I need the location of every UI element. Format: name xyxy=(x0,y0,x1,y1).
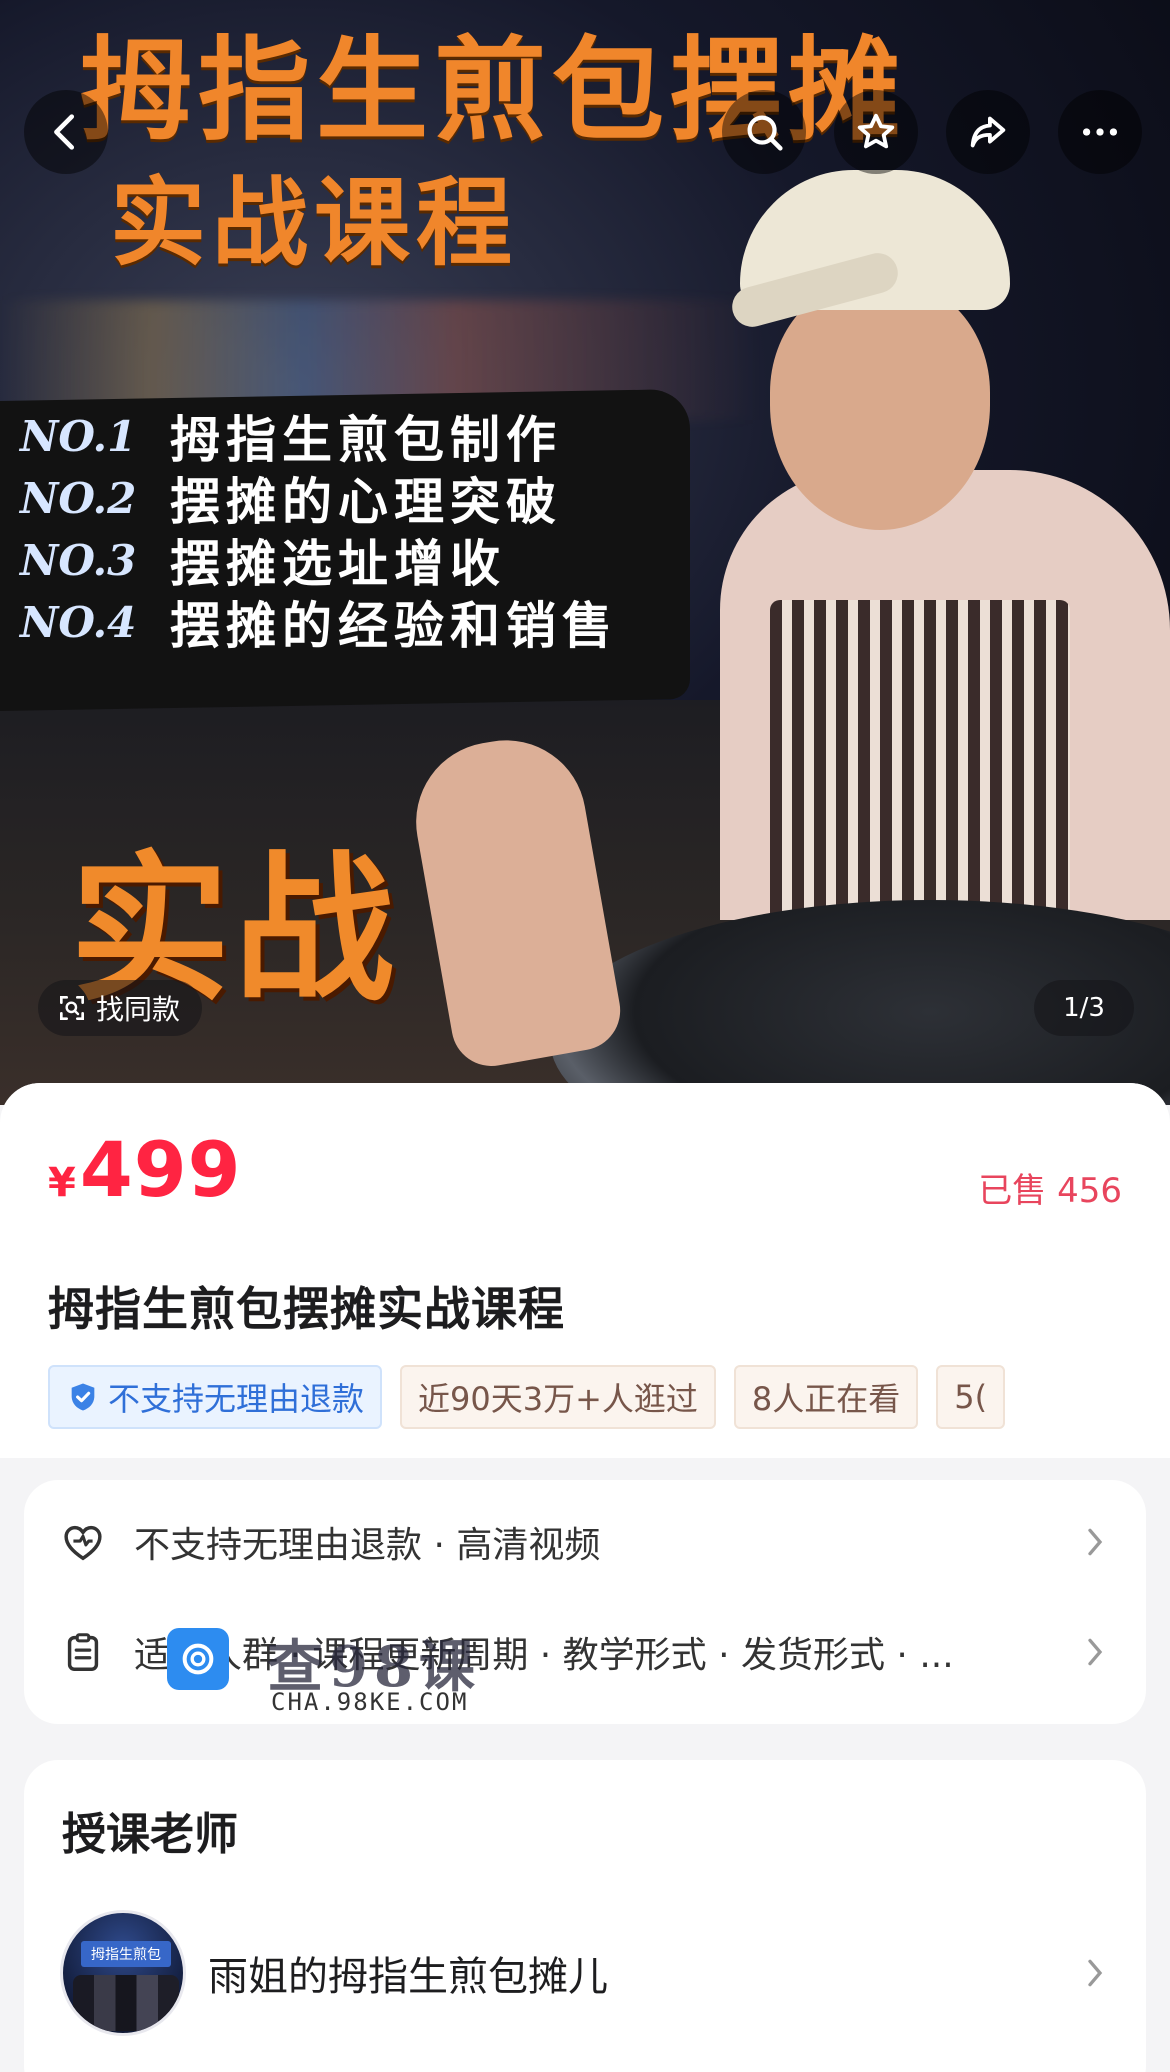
teacher-card: 授课老师 拇指生煎包 雨姐的拇指生煎包摊儿 xyxy=(24,1760,1146,2072)
watermark-logo-icon xyxy=(182,1643,214,1675)
point-number: NO.1 xyxy=(20,411,137,461)
currency-symbol: ¥ xyxy=(48,1160,76,1206)
scan-icon xyxy=(60,996,84,1020)
service-row[interactable]: 不支持无理由退款 · 高清视频 xyxy=(60,1502,1110,1582)
chevron-right-icon xyxy=(1088,1959,1103,1987)
point-number: NO.4 xyxy=(20,597,137,647)
refund-policy-tag[interactable]: 不支持无理由退款 xyxy=(48,1365,383,1429)
product-summary: ¥ 499 已售 456 拇指生煎包摆摊实战课程 不支持无理由退款 近90天3万… xyxy=(0,1083,1170,1458)
price: ¥ 499 xyxy=(48,1125,242,1214)
share-icon xyxy=(970,116,1006,148)
product-detail-sheet: ¥ 499 已售 456 拇指生煎包摆摊实战课程 不支持无理由退款 近90天3万… xyxy=(0,1083,1170,2072)
find-similar-button[interactable]: 找同款 xyxy=(38,980,203,1036)
tag-list: 不支持无理由退款 近90天3万+人逛过 8人正在看 5( xyxy=(48,1365,1122,1431)
watermark: 查98课 CHA.98KE.COM xyxy=(167,1628,507,1718)
teacher-name: 雨姐的拇指生煎包摊儿 xyxy=(208,1954,608,2000)
point-text: 摆摊的经验和销售 xyxy=(170,597,618,655)
point-number: NO.2 xyxy=(20,473,137,523)
back-icon xyxy=(54,114,75,150)
chevron-right-icon xyxy=(1088,1528,1103,1556)
hero-title-line2: 实战课程 xyxy=(110,167,518,279)
teacher-row[interactable]: 拇指生煎包 雨姐的拇指生煎包摊儿 xyxy=(60,1910,1110,2036)
share-button[interactable] xyxy=(946,90,1030,174)
point-number: NO.3 xyxy=(20,535,137,585)
viewing-now-tag: 8人正在看 xyxy=(733,1365,919,1429)
sold-count: 已售 456 xyxy=(978,1171,1122,1211)
tag-text: 不支持无理由退款 xyxy=(108,1380,365,1418)
person-face xyxy=(770,280,990,530)
search-button[interactable] xyxy=(722,90,806,174)
avatar-sign: 拇指生煎包 xyxy=(81,1941,171,1967)
price-value: 499 xyxy=(79,1125,242,1214)
star-icon xyxy=(857,113,895,149)
course-point: NO.3 摆摊选址增收 xyxy=(20,529,618,593)
course-point: NO.4 摆摊的经验和销售 xyxy=(20,591,618,655)
service-row-text: 不支持无理由退款 · 高清视频 xyxy=(134,1525,601,1566)
course-points: NO.1 拇指生煎包制作 NO.2 摆摊的心理突破 NO.3 摆摊选址增收 NO… xyxy=(20,405,618,655)
chevron-right-icon xyxy=(1088,1638,1103,1666)
shield-check-icon xyxy=(71,1383,95,1411)
product-page: 拇指生煎包摆摊 实战课程 NO.1 拇指生煎包制作 NO.2 摆摊的心理突破 N… xyxy=(0,0,1170,2072)
course-point: NO.2 摆摊的心理突破 xyxy=(20,467,618,531)
product-title: 拇指生煎包摆摊实战课程 xyxy=(48,1282,565,1336)
search-icon xyxy=(747,115,783,151)
more-button[interactable] xyxy=(1058,90,1142,174)
person-apron xyxy=(770,600,1070,930)
more-icon xyxy=(1082,128,1118,136)
image-pager: 1/3 xyxy=(1034,980,1134,1036)
back-button[interactable] xyxy=(24,90,108,174)
teacher-heading: 授课老师 xyxy=(62,1809,238,1860)
favorite-button[interactable] xyxy=(834,90,918,174)
watermark-logo xyxy=(167,1628,229,1690)
watermark-en: CHA.98KE.COM xyxy=(271,1688,469,1716)
visitors-tag: 近90天3万+人逛过 xyxy=(400,1365,716,1429)
extra-tag: 5( xyxy=(936,1365,1006,1429)
clipboard-icon xyxy=(67,1633,99,1671)
course-point: NO.1 拇指生煎包制作 xyxy=(20,405,618,469)
find-similar-label: 找同款 xyxy=(96,993,181,1026)
avatar[interactable]: 拇指生煎包 xyxy=(60,1910,186,2036)
avatar-people xyxy=(73,1975,179,2031)
heart-shield-icon xyxy=(64,1525,102,1561)
